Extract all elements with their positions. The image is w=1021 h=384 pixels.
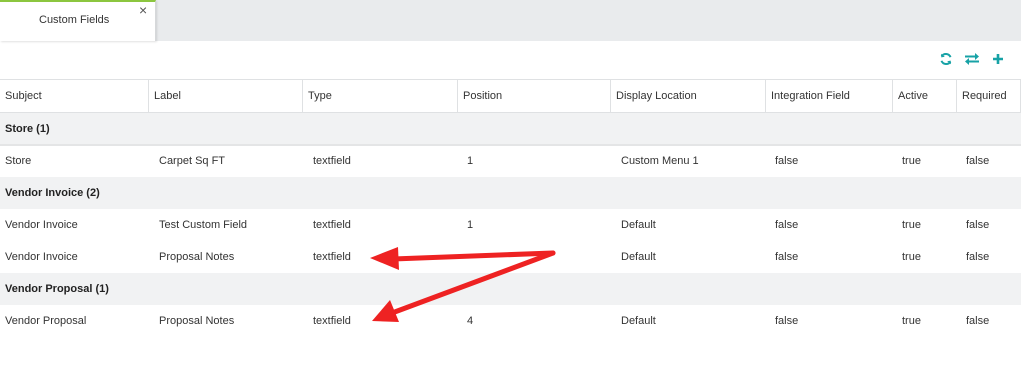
cell-integration-field: false — [775, 155, 799, 167]
grid-toolbar — [937, 50, 1007, 68]
group-header-store[interactable]: Store (1) — [0, 113, 1021, 146]
table-row[interactable]: Store Carpet Sq FT textfield 1 Custom Me… — [0, 145, 1021, 177]
cell-active: true — [902, 251, 921, 263]
group-title: Store (1) — [5, 123, 50, 135]
cell-subject: Vendor Invoice — [5, 219, 78, 231]
cell-display-location: Custom Menu 1 — [621, 155, 699, 167]
column-header-position[interactable]: Position — [458, 80, 611, 113]
cell-integration-field: false — [775, 219, 799, 231]
cell-position: 1 — [467, 155, 474, 167]
cell-display-location: Default — [621, 315, 656, 327]
cell-required: false — [966, 155, 990, 167]
group-header-vendor-invoice[interactable]: Vendor Invoice (2) — [0, 177, 1021, 209]
group-title: Vendor Invoice (2) — [5, 187, 100, 199]
cell-label: Carpet Sq FT — [159, 155, 226, 167]
cell-type: textfield — [313, 219, 351, 231]
custom-fields-grid: Subject Label Type Position Display Loca… — [0, 79, 1021, 337]
cell-position: 1 — [467, 219, 474, 231]
cell-label: Proposal Notes — [159, 315, 235, 327]
cell-type: textfield — [313, 251, 351, 263]
column-header-active[interactable]: Active — [893, 80, 957, 113]
grid-header: Subject Label Type Position Display Loca… — [0, 79, 1021, 113]
column-header-label[interactable]: Label — [149, 80, 303, 113]
cell-label: Proposal Notes — [159, 251, 235, 263]
table-row[interactable]: Vendor Invoice Test Custom Field textfie… — [0, 209, 1021, 241]
close-icon[interactable]: × — [139, 2, 147, 18]
column-header-integration-field[interactable]: Integration Field — [766, 80, 893, 113]
cell-integration-field: false — [775, 251, 799, 263]
table-row[interactable]: Vendor Invoice Proposal Notes textfield … — [0, 241, 1021, 273]
cell-active: true — [902, 155, 921, 167]
cell-active: true — [902, 315, 921, 327]
cell-required: false — [966, 219, 990, 231]
tab-custom-fields[interactable]: Custom Fields × — [0, 0, 156, 41]
cell-active: true — [902, 219, 921, 231]
cell-type: textfield — [313, 315, 351, 327]
table-row[interactable]: Vendor Proposal Proposal Notes textfield… — [0, 305, 1021, 337]
cell-position: 4 — [467, 315, 474, 327]
cell-subject: Vendor Proposal — [5, 315, 87, 327]
cell-subject: Store — [5, 155, 32, 167]
cell-integration-field: false — [775, 315, 799, 327]
swap-icon[interactable] — [963, 50, 981, 68]
cell-type: textfield — [313, 155, 351, 167]
cell-subject: Vendor Invoice — [5, 251, 78, 263]
cell-required: false — [966, 251, 990, 263]
cell-display-location: Default — [621, 251, 656, 263]
column-header-subject[interactable]: Subject — [0, 80, 149, 113]
tab-bar: Custom Fields × — [0, 0, 1021, 41]
tab-label: Custom Fields — [39, 14, 110, 26]
cell-position — [462, 241, 467, 273]
cell-required: false — [966, 315, 990, 327]
add-icon[interactable] — [989, 50, 1007, 68]
column-header-display-location[interactable]: Display Location — [611, 80, 766, 113]
group-header-vendor-proposal[interactable]: Vendor Proposal (1) — [0, 273, 1021, 305]
group-title: Vendor Proposal (1) — [5, 283, 109, 295]
column-header-type[interactable]: Type — [303, 80, 458, 113]
cell-label: Test Custom Field — [159, 219, 248, 231]
column-header-required[interactable]: Required — [957, 80, 1021, 113]
cell-display-location: Default — [621, 219, 656, 231]
refresh-icon[interactable] — [937, 50, 955, 68]
